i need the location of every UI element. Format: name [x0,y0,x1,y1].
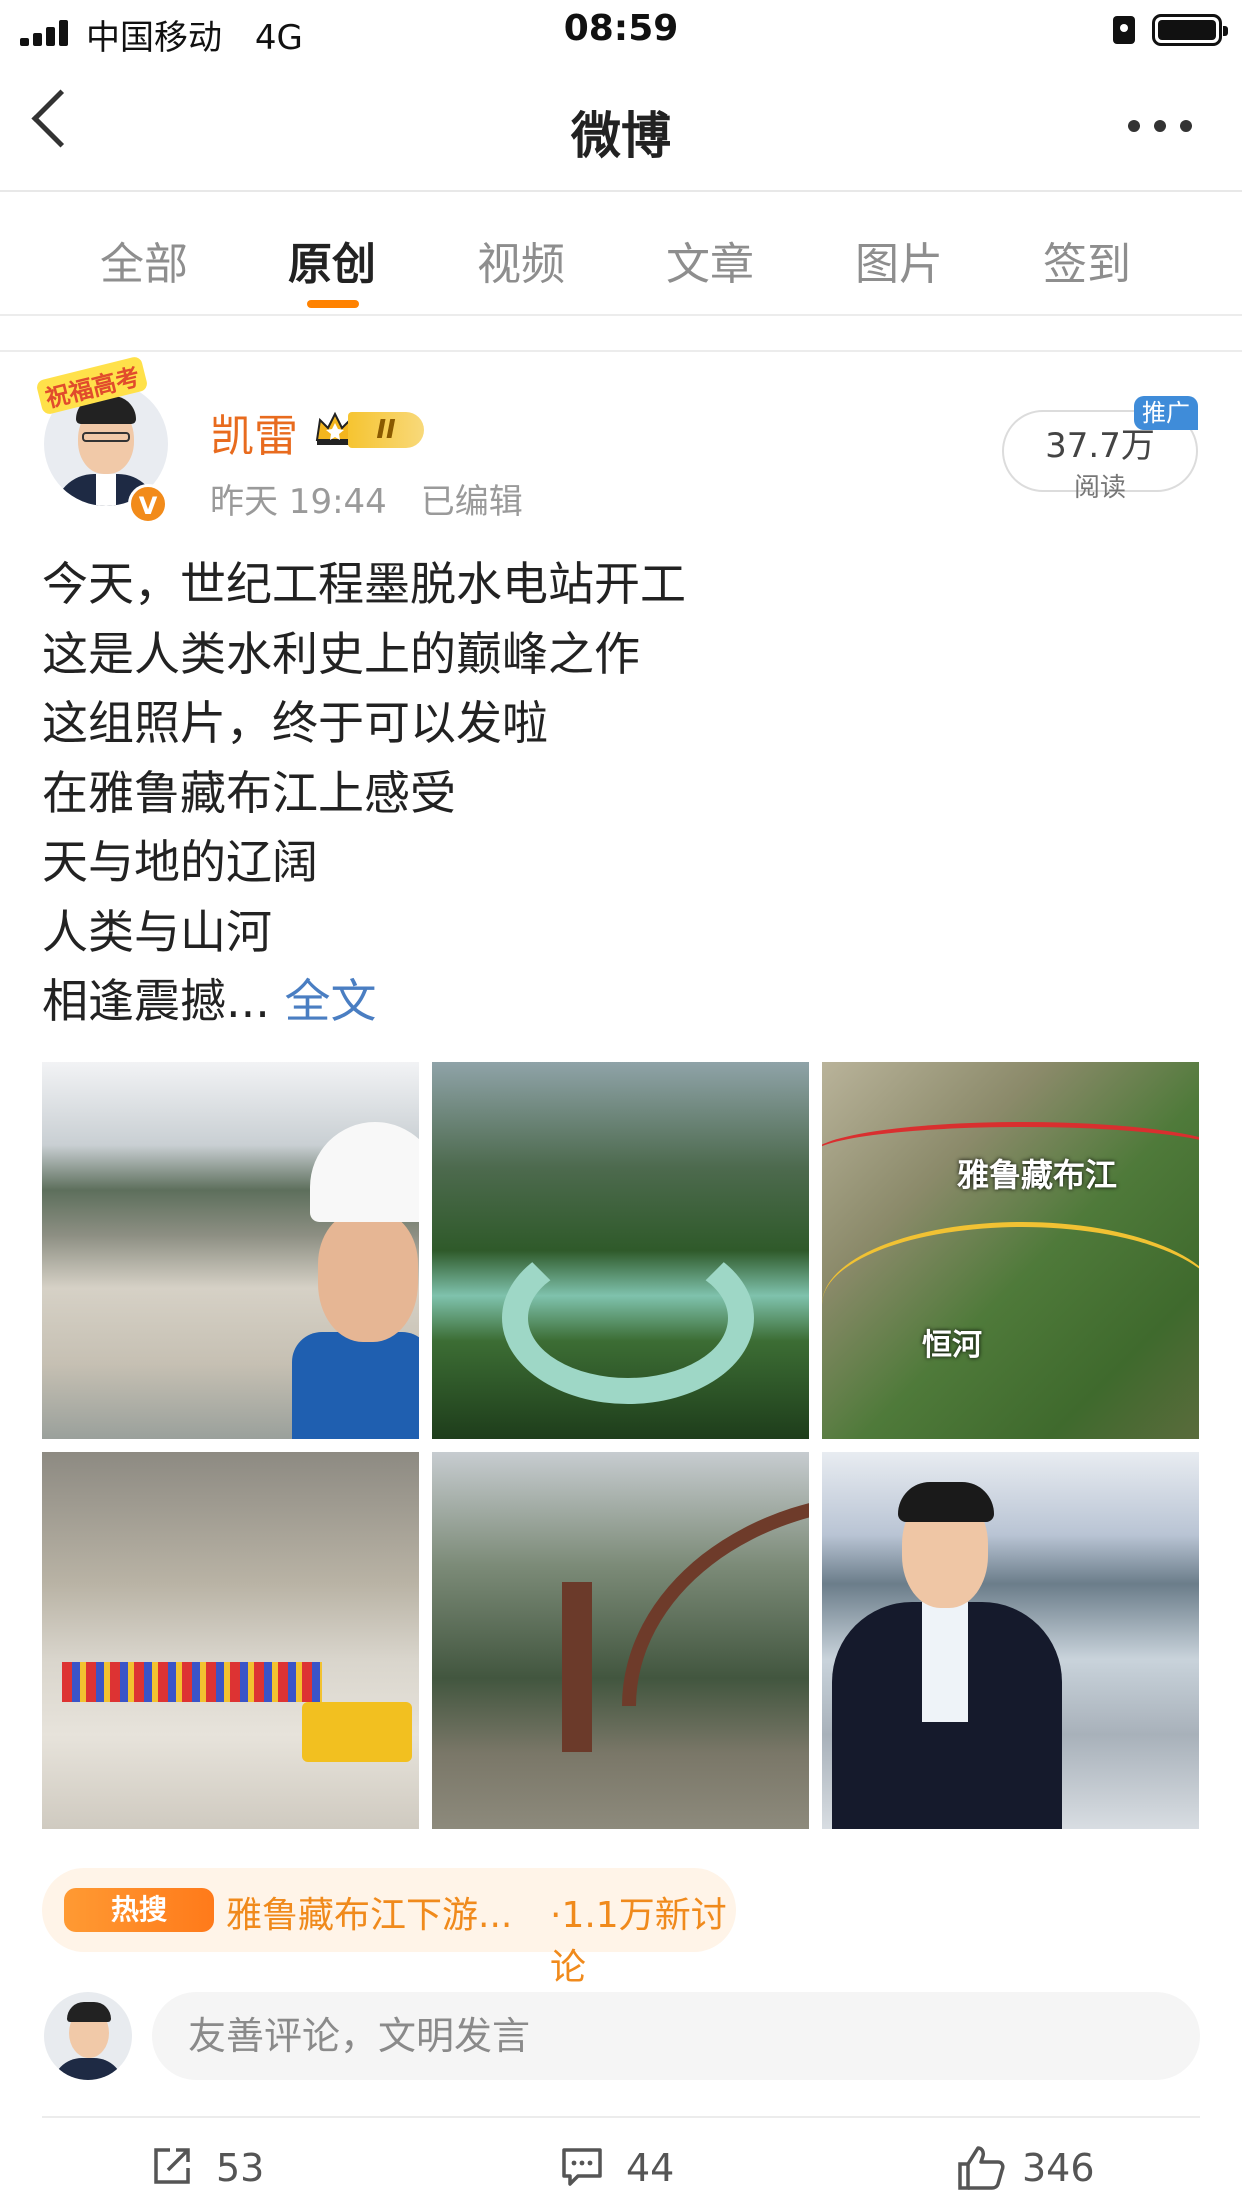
member-level-badge: II [348,412,424,448]
hot-search-icon-label: 热搜 [110,1893,167,1926]
status-bar: 中国移动 4G 08:59 [0,0,1242,62]
post-line: 在雅鲁藏布江上感受 [42,765,456,820]
action-divider [42,2116,1200,2118]
like-count: 346 [1022,2146,1095,2190]
section-divider [0,316,1242,352]
hot-topic-count: ·1.1万新讨论 [550,1895,727,1988]
read-label: 阅读 [1073,473,1126,503]
post-photo-5[interactable] [432,1452,809,1829]
hot-topic-text: 雅鲁藏布江下游... [226,1895,513,1936]
map-label-yarlung: 雅鲁藏布江 [957,1156,1118,1194]
post-meta: 昨天 19:44 已编辑 [210,474,523,523]
portrait-lock-icon [1113,16,1135,44]
post-line-last: 相逢震撼... 全文 [42,967,1202,1037]
comment-icon [562,2148,602,2186]
comment-input[interactable] [152,1992,1200,2080]
promo-tag: 推广 [1134,396,1198,430]
comment-button[interactable]: 44 [560,2140,720,2200]
thumbs-up-icon [958,2146,1005,2190]
tab-all[interactable]: 全部 [100,228,188,292]
nav-bar: 微博 [0,62,1242,192]
read-full-link[interactable]: 全文 [285,974,377,1028]
tab-article[interactable]: 文章 [666,228,754,292]
author-name[interactable]: 凯雷 [210,400,298,464]
edited-label: 已编辑 [420,482,523,522]
post-line: 相逢震撼... [42,974,270,1028]
page-title: 微博 [571,107,671,165]
post-line: 这组照片，终于可以发啦 [42,696,548,750]
tab-active-indicator [307,300,359,308]
tab-pictures[interactable]: 图片 [855,228,943,292]
share-button[interactable]: 53 [150,2140,310,2200]
battery-icon [1152,14,1228,46]
hot-search-icon: 热搜 [64,1888,214,1932]
avatar-frame-badge: 祝福高考 [35,355,168,416]
avatar-badge-text: 祝福高考 [35,355,149,416]
post-photo-4[interactable] [42,1452,419,1829]
status-time: 08:59 [563,8,679,49]
post-photo-2[interactable] [432,1062,809,1439]
verified-icon: V [128,484,168,524]
post-line: 今天，世纪工程墨脱水电站开工 [42,557,686,611]
post-body: 今天，世纪工程墨脱水电站开工 这是人类水利史上的巅峰之作 这组照片，终于可以发啦… [42,550,1202,1037]
current-user-avatar [44,1992,132,2080]
tab-checkin[interactable]: 签到 [1043,228,1131,292]
post-photo-3[interactable]: 雅鲁藏布江 恒河 [822,1062,1199,1439]
post-line: 这是人类水利史上的巅峰之作 [42,626,640,681]
post-photo-1[interactable] [42,1062,419,1439]
comment-count: 44 [626,2146,675,2190]
like-button[interactable]: 346 [956,2140,1136,2200]
more-options-icon[interactable] [1128,120,1192,134]
hot-search-tag[interactable]: 热搜 雅鲁藏布江下游... ·1.1万新讨论 [42,1868,736,1988]
filter-tabs: 全部 原创 视频 文章 图片 签到 [0,192,1242,316]
share-icon [154,2148,190,2184]
tab-video[interactable]: 视频 [477,228,565,292]
tab-original[interactable]: 原创 [288,228,376,292]
map-label-ganges: 恒河 [922,1328,982,1363]
post-line: 天与地的辽阔 [42,835,318,889]
post-photo-6[interactable] [822,1452,1199,1829]
post-time: 昨天 19:44 [210,482,387,522]
share-count: 53 [216,2146,265,2190]
post-line: 人类与山河 [42,904,272,959]
